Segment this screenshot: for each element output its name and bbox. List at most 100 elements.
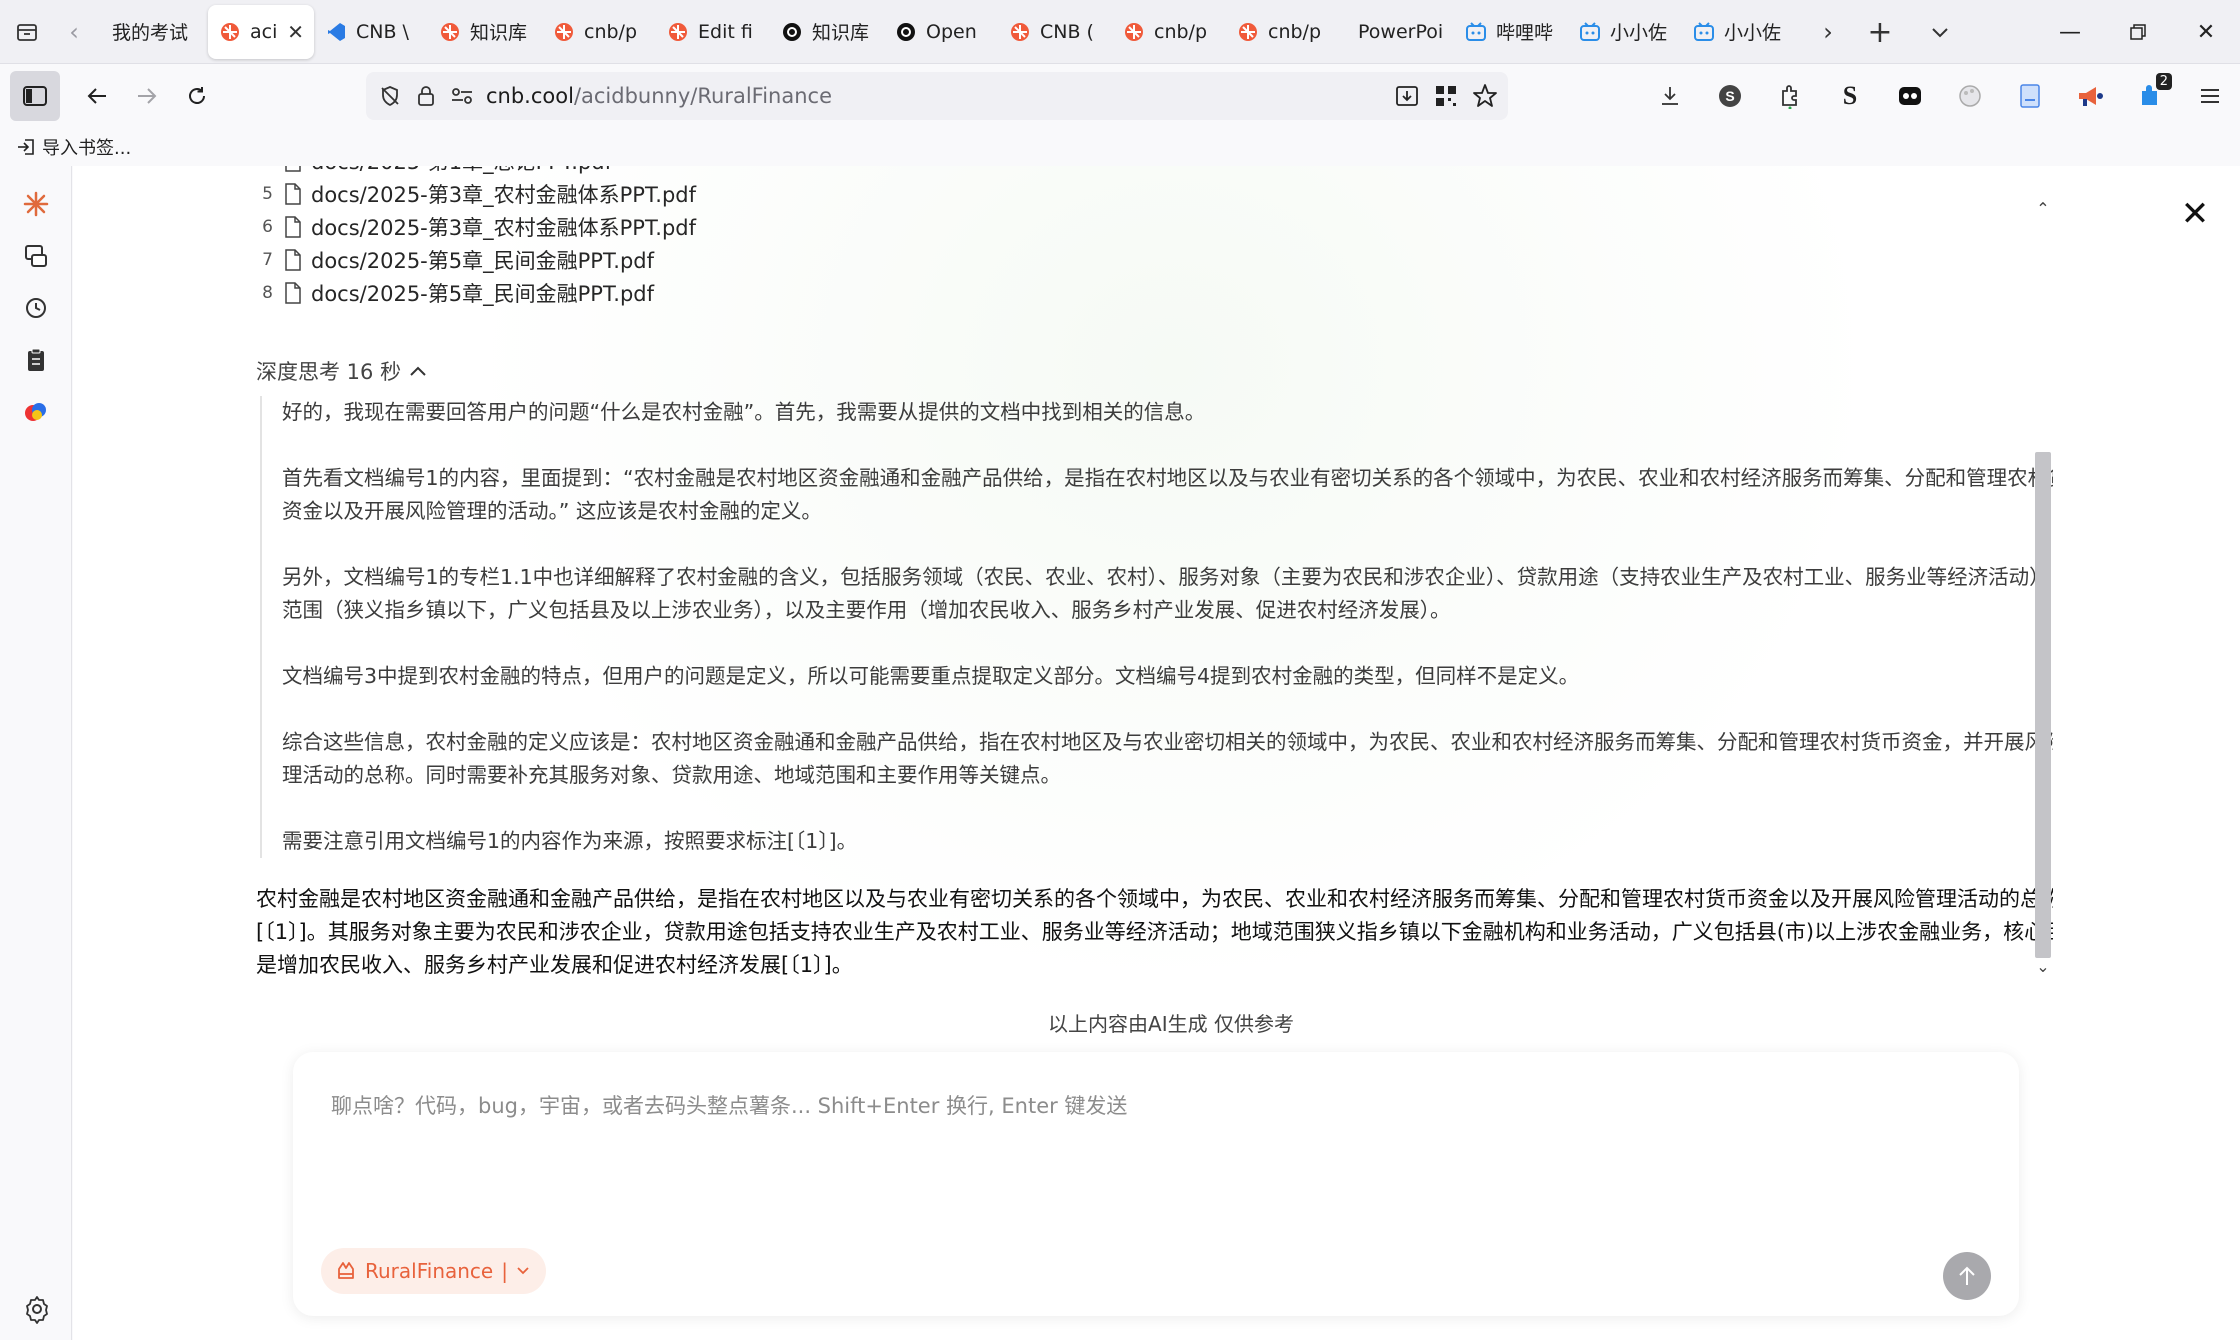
repo-selector[interactable]: RuralFinance | <box>321 1248 546 1294</box>
thinking-paragraph: 综合这些信息，农村金融的定义应该是：农村地区资金融通和金融产品供给，指在农村地区… <box>282 730 2053 787</box>
chat-scroll-area[interactable]: 4 docs/2025-第1章_总论PPT.pdf 5 docs/2025-第3章_农… <box>73 166 2053 986</box>
url-host: cnb.cool <box>486 84 574 108</box>
palette-icon <box>1959 85 1981 107</box>
scrollbar-thumb[interactable] <box>2035 452 2051 958</box>
message-input[interactable]: 聊点啥？代码，bug，宇宙，或者去码头整点薯条... Shift+Enter 换… <box>331 1090 1127 1120</box>
hamburger-menu-icon <box>2201 89 2219 103</box>
browser-tab[interactable]: 小小佐 <box>1682 5 1796 59</box>
download-icon <box>1662 87 1678 105</box>
install-app-icon[interactable] <box>1394 83 1420 109</box>
cnb-icon <box>218 20 242 44</box>
url-text[interactable]: cnb.cool/acidbunny/RuralFinance <box>486 84 832 108</box>
browser-tab[interactable]: cnb/p <box>1112 5 1226 59</box>
qr-code-icon[interactable] <box>1434 84 1458 108</box>
url-bar[interactable]: cnb.cool/acidbunny/RuralFinance <box>366 72 1508 120</box>
bilibili-icon <box>1578 20 1602 44</box>
file-icon <box>285 215 301 238</box>
extension-megaphone-button[interactable] <box>2060 71 2120 121</box>
extension-palette-button[interactable] <box>1940 71 2000 121</box>
browser-tab[interactable]: 知识库 <box>770 5 884 59</box>
tab-label: Edit fi <box>698 20 753 43</box>
reference-number: 4 <box>253 166 273 171</box>
plus-icon: + <box>1867 14 1893 50</box>
close-panel-button[interactable]: ✕ <box>2175 194 2215 234</box>
minimize-button[interactable]: — <box>2036 0 2104 64</box>
app-menu-button[interactable] <box>2180 71 2240 121</box>
deep-thinking-toggle[interactable]: 深度思考 16 秒 <box>256 356 427 386</box>
extension-badge-button[interactable]: 2 <box>2120 71 2180 121</box>
browser-tab[interactable]: 小小佐 <box>1568 5 1682 59</box>
browser-tab[interactable]: 哔哩哔 <box>1454 5 1568 59</box>
reference-item[interactable]: 8 docs/2025-第5章_民间金融PPT.pdf <box>253 276 696 309</box>
reference-filename: docs/2025-第3章_农村金融体系PPT.pdf <box>311 215 697 240</box>
browser-tab[interactable]: CNB \ <box>314 5 428 59</box>
colorful-circle-icon <box>25 403 46 421</box>
reload-button[interactable] <box>172 71 222 121</box>
restore-button[interactable] <box>2104 0 2172 64</box>
reference-item[interactable]: 7 docs/2025-第5章_民间金融PPT.pdf <box>253 243 696 276</box>
openai-icon <box>894 20 918 44</box>
thinking-paragraph: 好的，我现在需要回答用户的问题“什么是农村金融”。首先，我需要从提供的文档中找到… <box>282 400 1206 424</box>
browser-tab[interactable]: aci ✕ <box>208 4 314 59</box>
tab-list-button[interactable] <box>0 0 54 64</box>
extension-dollar-button[interactable]: S <box>1820 71 1880 121</box>
tab-label: 我的考试 <box>112 22 189 44</box>
sidebar-sync-tabs-button[interactable] <box>20 240 52 272</box>
extension-s-circle-button[interactable]: S <box>1700 71 1760 121</box>
cnb-icon <box>438 20 462 44</box>
tab-scroll-left-button[interactable]: ‹ <box>54 0 94 64</box>
browser-tab[interactable]: cnb/p <box>542 5 656 59</box>
all-tabs-button[interactable] <box>1915 0 1965 64</box>
bookmark-star-icon[interactable] <box>1472 83 1498 109</box>
reference-item[interactable]: 5 docs/2025-第3章_农村金融体系PPT.pdf <box>253 177 696 210</box>
browser-tab[interactable]: cnb/p <box>1226 5 1340 59</box>
browser-tab[interactable]: Edit fi <box>656 5 770 59</box>
import-icon <box>18 139 34 155</box>
browser-tab[interactable]: Open <box>884 5 998 59</box>
bilibili-icon <box>1692 20 1716 44</box>
s-circle-icon: S <box>1719 85 1741 107</box>
reference-filename: docs/2025-第3章_农村金融体系PPT.pdf <box>311 182 697 207</box>
extensions-button[interactable] <box>1760 71 1820 121</box>
browser-tab[interactable]: 知识库 <box>428 5 542 59</box>
sidebar-history-button[interactable] <box>20 292 52 324</box>
scroll-up-button[interactable]: ⌃ <box>2033 198 2053 218</box>
close-tab-icon[interactable]: ✕ <box>287 20 304 44</box>
tracking-protection-icon[interactable] <box>378 84 402 108</box>
reference-item[interactable]: 6 docs/2025-第3章_农村金融体系PPT.pdf <box>253 210 696 243</box>
back-button[interactable] <box>72 71 122 121</box>
import-bookmarks-link[interactable]: 导入书签... <box>42 134 131 160</box>
cnb-icon <box>1008 20 1032 44</box>
file-icon <box>285 248 301 271</box>
forward-button[interactable] <box>122 71 172 121</box>
tab-scroll-right-button[interactable]: › <box>1808 0 1848 64</box>
send-button[interactable] <box>1943 1252 1991 1300</box>
extension-document-button[interactable] <box>2000 71 2060 121</box>
window-controls: — ✕ <box>2036 0 2240 64</box>
sidebar-bookmarks-button[interactable] <box>20 344 52 376</box>
tab-label: PowerPoi <box>1358 20 1444 43</box>
sidebar-settings-gear-icon[interactable] <box>22 1294 52 1324</box>
sidebar-toggle-button[interactable] <box>10 71 60 121</box>
claude-spark-icon <box>23 191 49 217</box>
thinking-paragraph: 文档编号3中提到农村金融的特点，但用户的问题是定义，所以可能需要重点提取定义部分… <box>282 664 1580 688</box>
minimize-icon: — <box>2059 19 2081 45</box>
reference-filename: docs/2025-第5章_民间金融PPT.pdf <box>311 281 655 306</box>
extension-mask-button[interactable] <box>1880 71 1940 121</box>
browser-tab[interactable]: 我的考试 <box>94 5 208 59</box>
browser-tab[interactable]: PowerPoi <box>1340 5 1454 59</box>
site-permissions-icon[interactable] <box>450 86 474 106</box>
lock-icon[interactable] <box>416 84 436 108</box>
message-composer: 聊点啥？代码，bug，宇宙，或者去码头整点薯条... Shift+Enter 换… <box>293 1052 2019 1316</box>
sidebar-ai-chat-button[interactable] <box>20 188 52 220</box>
sidebar-extension-button[interactable] <box>20 396 52 428</box>
tab-label: cnb/p <box>1154 20 1208 43</box>
browser-tab[interactable]: CNB ( <box>998 5 1112 59</box>
downloads-button[interactable] <box>1640 71 1700 121</box>
new-tab-button[interactable]: + <box>1855 0 1905 64</box>
scroll-down-button[interactable]: ⌄ <box>2033 956 2053 976</box>
tab-label: Open <box>926 20 977 43</box>
reference-number: 7 <box>262 249 273 270</box>
reference-item[interactable]: 4 docs/2025-第1章_总论PPT.pdf <box>253 166 696 177</box>
close-window-button[interactable]: ✕ <box>2172 0 2240 64</box>
